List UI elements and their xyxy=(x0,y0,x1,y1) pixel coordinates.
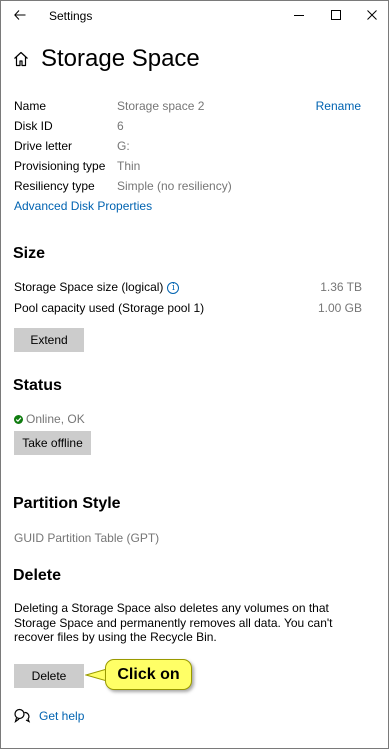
ok-check-icon xyxy=(14,414,23,424)
get-help-link[interactable]: Get help xyxy=(39,709,84,723)
maximize-button[interactable] xyxy=(321,4,351,26)
status-indicator: Online, OK xyxy=(14,412,85,426)
minimize-button[interactable] xyxy=(284,4,314,26)
get-help: Get help xyxy=(14,708,84,723)
size-row-logical: Storage Space size (logical) i 1.36 TB xyxy=(14,280,362,298)
maximize-icon xyxy=(331,10,341,20)
click-on-callout: Click on xyxy=(105,659,192,690)
size-heading: Size xyxy=(13,245,46,262)
window-title: Settings xyxy=(49,9,93,23)
advanced-disk-properties-link[interactable]: Advanced Disk Properties xyxy=(14,199,152,213)
property-label: Resiliency type xyxy=(14,179,95,193)
status-text: Online, OK xyxy=(26,412,85,426)
property-value: Storage space 2 xyxy=(117,99,205,113)
page-title: Storage Space xyxy=(41,45,200,72)
size-label-logical: Storage Space size (logical) i xyxy=(14,280,180,294)
delete-button[interactable]: Delete xyxy=(14,664,84,688)
disk-properties: Name Storage space 2 Rename Disk ID 6 Dr… xyxy=(14,97,364,197)
title-bar: Settings xyxy=(1,1,388,31)
home-icon[interactable] xyxy=(13,49,33,69)
callout-pointer xyxy=(85,668,107,682)
size-label-pool-used: Pool capacity used (Storage pool 1) xyxy=(14,301,205,315)
property-row-provisioning-type: Provisioning type Thin xyxy=(14,157,364,177)
minimize-icon xyxy=(294,15,304,16)
size-value-logical: 1.36 TB xyxy=(320,280,362,294)
property-label: Provisioning type xyxy=(14,159,106,173)
property-label: Drive letter xyxy=(14,139,73,153)
status-heading: Status xyxy=(13,377,62,394)
property-value: Thin xyxy=(117,159,141,173)
delete-heading: Delete xyxy=(13,567,62,584)
size-value-pool-used: 1.00 GB xyxy=(317,301,362,315)
property-value: G: xyxy=(117,139,130,153)
property-row-disk-id: Disk ID 6 xyxy=(14,117,364,137)
size-row-pool-used: Pool capacity used (Storage pool 1) 1.00… xyxy=(14,301,362,319)
close-button[interactable] xyxy=(357,4,387,26)
property-value: Simple (no resiliency) xyxy=(117,179,232,193)
property-row-name: Name Storage space 2 Rename xyxy=(14,97,364,117)
property-row-resiliency-type: Resiliency type Simple (no resiliency) xyxy=(14,177,364,197)
rename-link[interactable]: Rename xyxy=(316,99,361,113)
property-value: 6 xyxy=(117,119,124,133)
size-label-text: Storage Space size (logical) xyxy=(14,280,164,294)
partition-style-heading: Partition Style xyxy=(13,495,121,512)
extend-button[interactable]: Extend xyxy=(14,328,84,352)
close-icon xyxy=(367,10,377,20)
partition-style-value: GUID Partition Table (GPT) xyxy=(14,531,160,545)
info-icon[interactable]: i xyxy=(167,281,180,294)
back-button[interactable] xyxy=(7,4,33,26)
back-arrow-icon xyxy=(14,10,26,20)
property-row-drive-letter: Drive letter G: xyxy=(14,137,364,157)
take-offline-button[interactable]: Take offline xyxy=(14,431,91,455)
settings-window: Settings Storage Space Name Storage spac… xyxy=(0,0,389,749)
property-label: Disk ID xyxy=(14,119,53,133)
page-header: Storage Space xyxy=(13,43,200,75)
delete-description: Deleting a Storage Space also deletes an… xyxy=(14,601,333,644)
property-label: Name xyxy=(14,99,47,113)
chat-help-icon xyxy=(14,708,31,723)
